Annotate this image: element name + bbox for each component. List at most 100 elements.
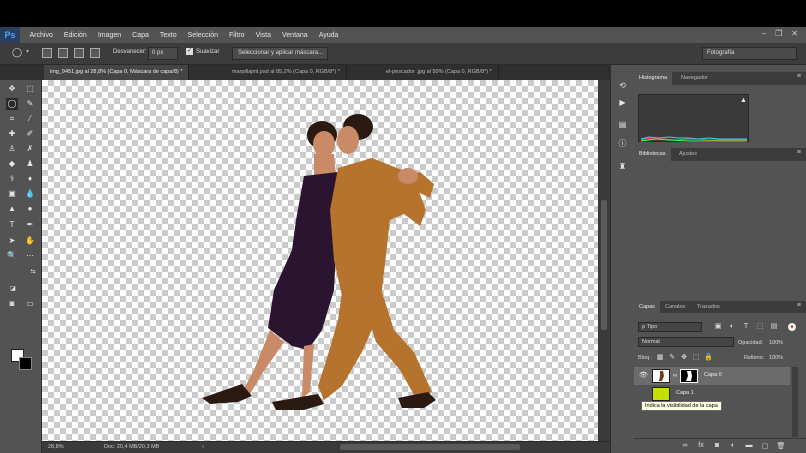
workspace-select[interactable]: Fotografía xyxy=(702,47,797,60)
clone-stamp-tool-icon[interactable]: ♙ xyxy=(6,143,18,155)
layer-row[interactable]: 👁 ∞ Capa 0 xyxy=(634,367,790,385)
fill-value[interactable]: 100% xyxy=(769,355,783,361)
panel-menu-icon[interactable]: ≡ xyxy=(797,73,801,80)
new-adjustment-icon[interactable]: ◐ xyxy=(728,442,738,451)
blend-mode-select[interactable]: Normal xyxy=(638,337,734,347)
horizontal-scroll-thumb[interactable] xyxy=(340,444,520,450)
trash-icon[interactable]: 🗑 xyxy=(776,442,786,451)
zoom-level[interactable]: 28,8% xyxy=(48,444,64,450)
background-color-swatch[interactable] xyxy=(19,357,32,370)
eye-icon[interactable] xyxy=(639,390,647,398)
link-layers-icon[interactable]: ∞ xyxy=(680,442,690,451)
layer-filter-select[interactable]: ρ Tipo xyxy=(638,322,702,332)
type-tool-icon[interactable]: T xyxy=(6,219,18,231)
filter-adjust-icon[interactable]: ◐ xyxy=(728,323,736,331)
filter-type-icon[interactable]: T xyxy=(742,323,750,331)
paint-bucket-tool-icon[interactable]: ♦ xyxy=(24,173,36,185)
quick-select-tool-icon[interactable]: ✎ xyxy=(24,98,36,110)
chevron-down-icon[interactable]: ▾ xyxy=(26,48,29,55)
panel-menu-icon[interactable]: ≡ xyxy=(797,149,801,156)
subtract-selection-icon[interactable] xyxy=(74,48,84,58)
spot-healing-tool-icon[interactable]: ✚ xyxy=(6,128,18,140)
feather-input[interactable]: 0 px xyxy=(148,47,178,60)
lock-transparent-icon[interactable]: ▦ xyxy=(656,354,664,362)
marquee-tool-icon[interactable]: ⬚ xyxy=(24,83,36,95)
blur-tool-icon[interactable]: 💧 xyxy=(24,188,36,200)
tab-navegador[interactable]: Navegador xyxy=(676,72,713,85)
vertical-scroll-thumb[interactable] xyxy=(601,200,607,330)
path-select-tool-icon[interactable]: ➤ xyxy=(6,235,18,247)
menu-capa[interactable]: Capa xyxy=(127,32,155,39)
brush-tool-icon[interactable]: ✐ xyxy=(24,128,36,140)
filter-shape-icon[interactable]: ⬚ xyxy=(756,323,764,331)
lock-all-icon[interactable]: 🔒 xyxy=(704,354,713,362)
histogram-warning-icon[interactable]: ▲ xyxy=(740,97,747,104)
character-icon[interactable]: ♜ xyxy=(616,160,629,172)
properties-icon[interactable]: ▤ xyxy=(616,118,629,130)
gradient-tool-icon[interactable]: ▣ xyxy=(6,188,18,200)
intersect-selection-icon[interactable] xyxy=(90,48,100,58)
filter-smart-icon[interactable]: ▤ xyxy=(770,323,778,331)
add-mask-icon[interactable]: ◙ xyxy=(712,442,722,451)
heal-tool-icon[interactable]: ⚕ xyxy=(6,173,18,185)
sponge-tool-icon[interactable]: ● xyxy=(24,203,36,215)
lock-pixels-icon[interactable]: ✎ xyxy=(668,354,676,362)
filter-toggle-icon[interactable]: ● xyxy=(788,323,796,331)
layer-style-icon[interactable]: fx xyxy=(696,442,706,451)
layer-mask-thumbnail[interactable] xyxy=(680,369,698,383)
doc-tab-marpillajml[interactable]: marpillajml.psd al 85,2% (Capa 0, RGB/8*… xyxy=(226,65,347,80)
opacity-value[interactable]: 100% xyxy=(769,340,783,346)
quick-mask-icon[interactable]: ◙ xyxy=(6,298,18,310)
dodge-tool-icon[interactable]: ▲ xyxy=(6,203,18,215)
tab-histograma[interactable]: Histograma xyxy=(634,72,673,85)
new-group-icon[interactable]: ▬ xyxy=(744,442,754,451)
menu-archivo[interactable]: Archivo xyxy=(24,32,58,39)
doc-tab-pescador[interactable]: el-pescador .jpg al 50% (Capa 0, RGB/8*)… xyxy=(380,65,499,80)
move-tool-icon[interactable]: ✥ xyxy=(6,83,18,95)
menu-vista[interactable]: Vista xyxy=(250,32,276,39)
smooth-checkbox[interactable]: ✓ xyxy=(186,48,193,55)
close-button[interactable]: ✕ xyxy=(791,29,798,38)
menu-seleccion[interactable]: Selección xyxy=(182,32,223,39)
add-selection-icon[interactable] xyxy=(58,48,68,58)
play-action-icon[interactable]: ▶ xyxy=(616,96,629,108)
info-icon[interactable]: ⓘ xyxy=(616,137,629,149)
minimize-button[interactable]: – xyxy=(762,29,766,38)
restore-button[interactable]: ❐ xyxy=(775,29,782,38)
new-layer-icon[interactable]: ▢ xyxy=(760,442,770,451)
tab-bibliotecas[interactable]: Bibliotecas xyxy=(634,148,671,161)
menu-ayuda[interactable]: Ayuda xyxy=(313,32,344,39)
lasso-preset-icon[interactable]: ◯ xyxy=(12,47,22,58)
select-mask-button[interactable]: Seleccionar y aplicar máscara... xyxy=(232,47,328,60)
lock-position-icon[interactable]: ✥ xyxy=(680,354,688,362)
status-arrow-icon[interactable]: › xyxy=(202,444,204,450)
filter-pixel-icon[interactable]: ▣ xyxy=(714,323,722,331)
hand-tool-icon[interactable]: ✋ xyxy=(24,235,36,247)
menu-imagen[interactable]: Imagen xyxy=(92,32,126,39)
lock-artboard-icon[interactable]: ⬚ xyxy=(692,354,700,362)
crop-tool-icon[interactable]: ⌗ xyxy=(6,113,18,125)
history-brush-tool-icon[interactable]: ✗ xyxy=(24,143,36,155)
document-canvas[interactable] xyxy=(42,80,598,441)
default-colors-icon[interactable]: ◪ xyxy=(7,283,19,295)
eraser-tool-icon[interactable]: ◆ xyxy=(6,158,18,170)
tab-ajustes[interactable]: Ajustes xyxy=(674,148,702,161)
stamp-tool-icon[interactable]: ♟ xyxy=(24,158,36,170)
panel-menu-icon[interactable]: ≡ xyxy=(797,302,801,309)
menu-edicion[interactable]: Edición xyxy=(58,32,92,39)
layers-scrollbar[interactable] xyxy=(792,367,798,437)
lasso-tool-icon[interactable]: ◯ xyxy=(6,98,18,110)
history-icon[interactable]: ⟲ xyxy=(616,79,629,91)
swap-colors-icon[interactable]: ⇆ xyxy=(27,266,39,278)
menu-filtro[interactable]: Filtro xyxy=(224,32,251,39)
doc-tab-img9451[interactable]: img_9451.jpg al 28,8% (Capa 0, Máscara d… xyxy=(44,65,190,80)
new-selection-icon[interactable] xyxy=(42,48,52,58)
zoom-tool-icon[interactable]: 🔍 xyxy=(6,250,18,262)
eye-icon[interactable]: 👁 xyxy=(639,372,648,380)
eyedropper-tool-icon[interactable]: ⁄ xyxy=(24,113,36,125)
pen-tool-icon[interactable]: ✒ xyxy=(24,219,36,231)
screen-mode-icon[interactable]: ▭ xyxy=(24,298,36,310)
menu-texto[interactable]: Texto xyxy=(154,32,182,39)
more-tools-icon[interactable]: ⋯ xyxy=(24,250,36,262)
menu-ventana[interactable]: Ventana xyxy=(277,32,314,39)
